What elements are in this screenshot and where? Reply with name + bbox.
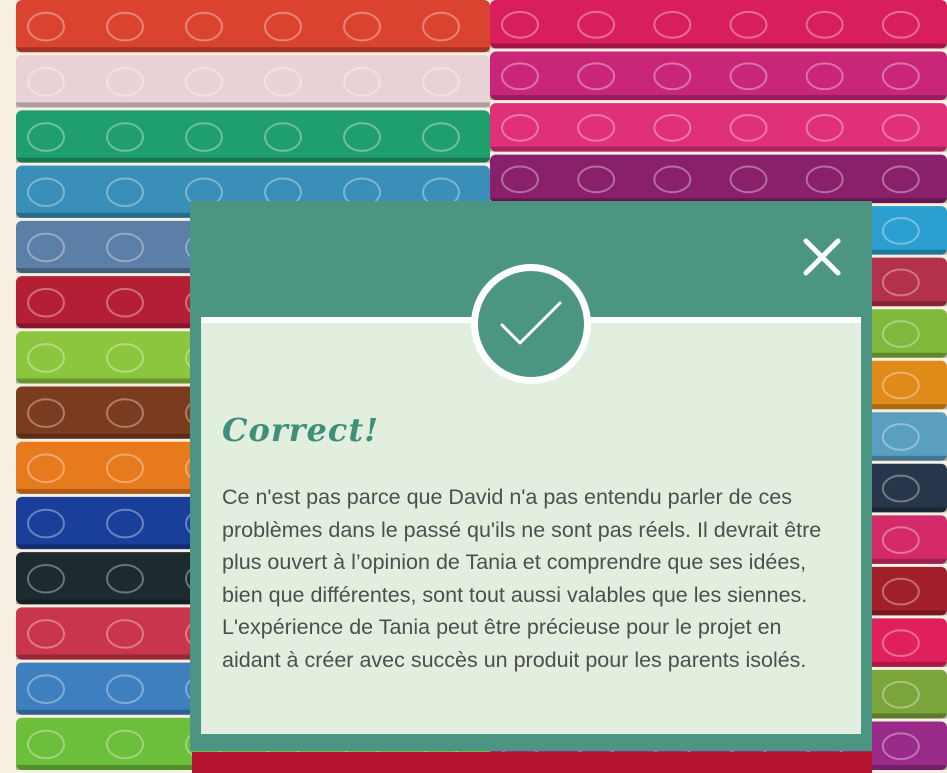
roll-shadow [490, 146, 947, 152]
roll-shadow [16, 157, 490, 163]
fabric-roll [490, 0, 947, 49]
bottom-strip [192, 752, 872, 773]
close-button[interactable] [800, 235, 844, 279]
feedback-modal: Correct! Ce n'est pas parce que David n'… [190, 201, 872, 751]
fabric-roll [16, 55, 490, 108]
fabric-roll [16, 110, 490, 163]
feedback-title: Correct! [222, 411, 380, 449]
roll-shadow [16, 102, 490, 108]
check-badge [471, 264, 591, 384]
roll-shadow [16, 47, 490, 53]
close-icon [803, 238, 841, 276]
fabric-roll [16, 0, 490, 53]
feedback-message: Ce n'est pas parce que David n'a pas ent… [222, 485, 822, 672]
roll-shadow [490, 95, 947, 101]
fabric-roll [490, 103, 947, 152]
roll-shadow [490, 43, 947, 49]
fabric-roll [490, 154, 947, 204]
checkmark-icon [500, 301, 562, 345]
fabric-roll [490, 51, 947, 101]
